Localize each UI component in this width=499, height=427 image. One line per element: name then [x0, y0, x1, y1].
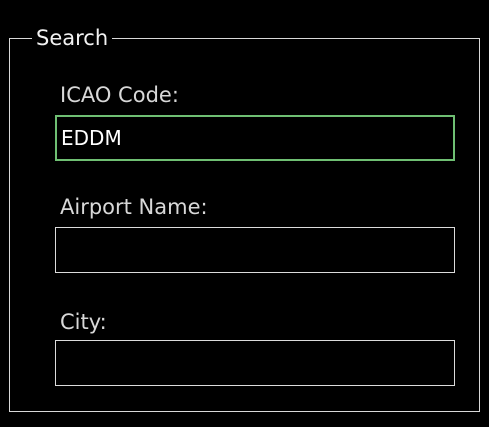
search-panel: Search ICAO Code: Airport Name: City:: [0, 0, 489, 427]
icao-code-input[interactable]: [55, 115, 455, 161]
icao-code-label: ICAO Code:: [60, 83, 179, 107]
city-input[interactable]: [55, 340, 455, 386]
airport-name-label: Airport Name:: [60, 195, 208, 219]
search-group-title: Search: [32, 23, 113, 53]
airport-name-input[interactable]: [55, 227, 455, 273]
city-label: City:: [60, 310, 107, 334]
